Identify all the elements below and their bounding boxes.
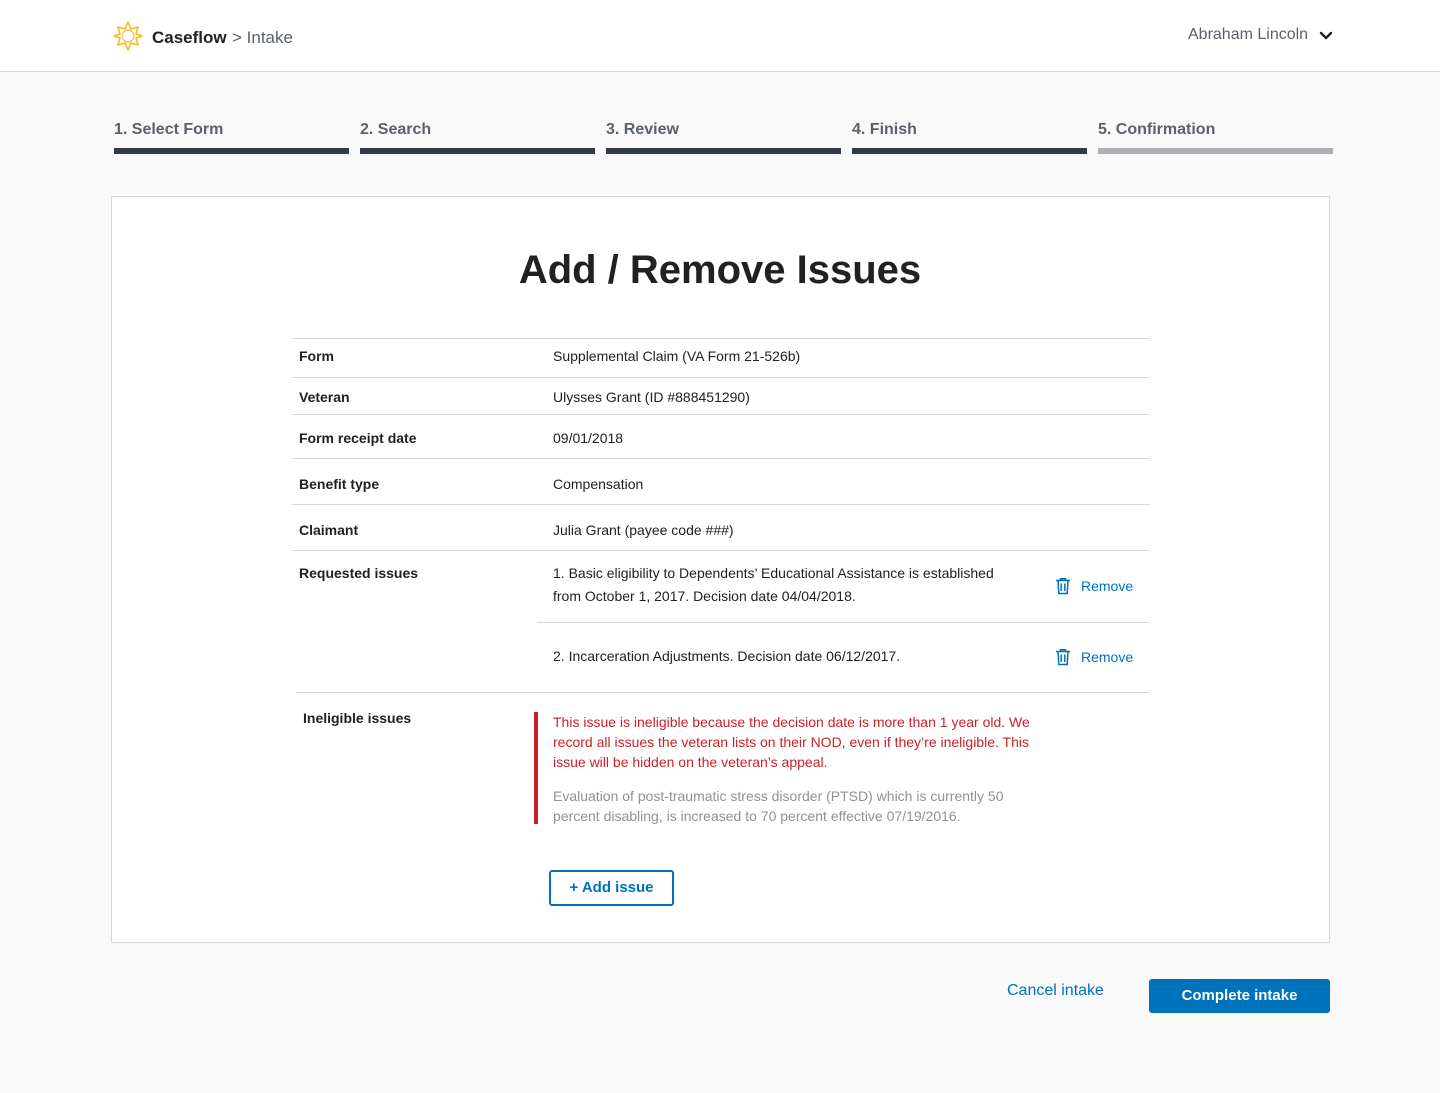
trash-icon[interactable] — [1054, 577, 1072, 595]
veteran-label: Veteran — [299, 389, 350, 405]
benefit-type-label: Benefit type — [299, 476, 380, 492]
ineligible-issue-description: Evaluation of post-traumatic stress diso… — [553, 788, 1004, 824]
claimant-value: Julia Grant (payee code ###) — [553, 522, 734, 538]
issue-text-line: 1. Basic eligibility to Dependents’ Educ… — [553, 565, 994, 581]
veteran-value: Ulysses Grant (ID #888451290) — [553, 389, 750, 405]
step-review: 3. Review — [606, 118, 841, 154]
top-bar: Caseflow > Intake Abraham Lincoln — [0, 0, 1440, 72]
row-divider — [296, 692, 1150, 693]
step-bar — [1098, 148, 1333, 154]
receipt-date-value: 09/01/2018 — [553, 430, 624, 446]
receipt-date-label: Form receipt date — [299, 430, 417, 446]
row-divider — [292, 458, 1150, 459]
user-menu-name[interactable]: Abraham Lincoln — [1188, 26, 1308, 44]
caseflow-logo-icon[interactable] — [112, 20, 144, 52]
cancel-intake-link[interactable]: Cancel intake — [1007, 982, 1104, 1000]
step-label: 3. Review — [606, 121, 679, 138]
ineligible-warning: This issue is ineligible because the dec… — [553, 714, 1030, 770]
step-select-form: 1. Select Form — [114, 118, 349, 154]
row-divider — [292, 550, 1150, 551]
row-divider — [537, 622, 1150, 623]
row-divider — [292, 338, 1150, 339]
step-label: 2. Search — [360, 121, 432, 138]
row-divider — [292, 377, 1150, 378]
remove-issue-button[interactable]: Remove — [1081, 578, 1133, 594]
step-bar — [360, 148, 595, 154]
step-bar — [114, 148, 349, 154]
step-label: 5. Confirmation — [1098, 121, 1216, 138]
step-bar — [606, 148, 841, 154]
error-accent-bar — [534, 712, 538, 824]
breadcrumb[interactable]: > Intake — [232, 28, 293, 48]
step-search: 2. Search — [360, 118, 595, 154]
step-bar — [852, 148, 1087, 154]
form-value: Supplemental Claim (VA Form 21-526b) — [553, 348, 801, 364]
step-label: 1. Select Form — [114, 121, 224, 138]
claimant-label: Claimant — [299, 522, 359, 538]
chevron-down-icon[interactable] — [1318, 28, 1334, 44]
issue-text-line: from October 1, 2017. Decision date 04/0… — [553, 588, 856, 604]
requested-issues-label: Requested issues — [299, 565, 419, 581]
progress-steps: 1. Select Form 2. Search 3. Review 4. Fi… — [114, 118, 1333, 154]
issue-text-line: 2. Incarceration Adjustments. Decision d… — [553, 648, 901, 664]
trash-icon[interactable] — [1054, 648, 1072, 666]
step-finish: 4. Finish — [852, 118, 1087, 154]
ineligible-issues-label: Ineligible issues — [303, 710, 412, 726]
form-label: Form — [299, 348, 334, 364]
row-divider — [292, 414, 1150, 415]
complete-intake-button[interactable]: Complete intake — [1149, 979, 1330, 1013]
add-issue-button[interactable]: + Add issue — [549, 870, 674, 906]
row-divider — [292, 504, 1150, 505]
benefit-type-value: Compensation — [553, 476, 644, 492]
page-title: Add / Remove Issues — [518, 248, 922, 292]
remove-issue-button[interactable]: Remove — [1081, 649, 1133, 665]
step-label: 4. Finish — [852, 121, 917, 138]
brand-name[interactable]: Caseflow — [152, 28, 227, 48]
step-confirmation: 5. Confirmation — [1098, 118, 1333, 154]
